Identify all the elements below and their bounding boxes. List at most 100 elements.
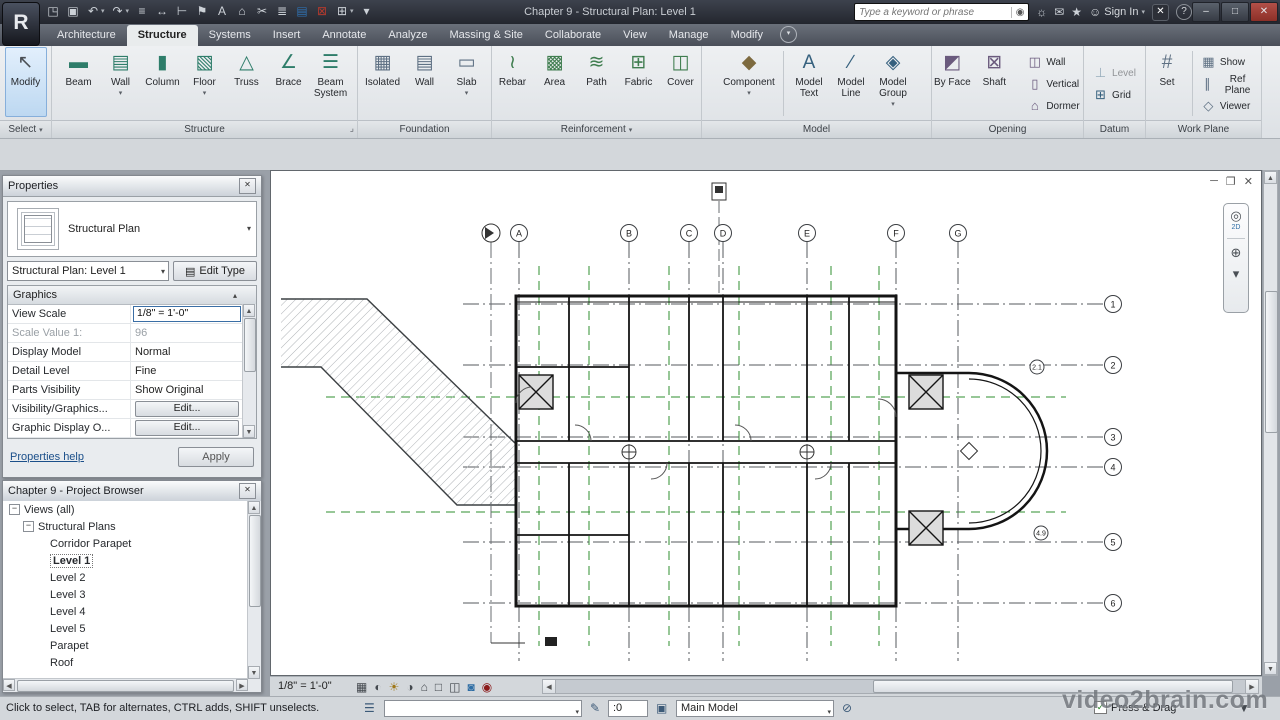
section-button[interactable]: ✂ [253,2,271,20]
measure-button[interactable]: ↔ [153,2,171,20]
truss-button[interactable]: △ Truss [226,47,268,117]
ribbon-display-toggle[interactable]: ▾ [779,26,797,43]
close-hidden-windows-button[interactable]: ⊠ [313,2,331,20]
floor-button[interactable]: ▧ Floor ▾ [184,47,226,117]
project-browser-header[interactable]: Chapter 9 - Project Browser ✕ [3,481,261,502]
nav-caret-icon[interactable]: ▾ [1233,267,1240,281]
scroll-left-icon[interactable]: ◀ [542,679,556,694]
model-text-button[interactable]: A Model Text [788,47,830,117]
type-selector[interactable]: Structural Plan ▾ [7,201,257,257]
apply-button[interactable]: Apply [178,447,254,467]
tree-item-structural-plans[interactable]: − Structural Plans [3,518,248,535]
text-button[interactable]: A [213,2,231,20]
detail-level-icon[interactable]: ▦ [356,678,367,696]
tree-item-corridor-parapet[interactable]: Corridor Parapet [3,535,248,552]
fabric-button[interactable]: ⊞ Fabric [618,47,660,117]
component-button[interactable]: ◆ Component ▾ [719,47,779,117]
redo-button[interactable]: ↷ ▾ [109,2,132,20]
scroll-down-icon[interactable]: ▼ [248,666,260,679]
property-value[interactable]: Normal [133,346,241,358]
panel-label-foundation[interactable]: Foundation [358,120,491,138]
subscription-center-icon[interactable]: ☼ [1036,5,1047,19]
grid-button[interactable]: ⊞ Grid [1089,84,1140,106]
restore-button[interactable]: □ [1221,2,1249,22]
cover-button[interactable]: ◫ Cover [660,47,702,117]
show-button[interactable]: ▦ Show [1197,51,1261,73]
design-options-icon[interactable]: ▣ [656,701,667,715]
panel-label-datum[interactable]: Datum [1084,120,1145,138]
drawing-area[interactable]: A B C D E F G 1 2 3 4 5 6 2.1 4.9 [271,171,1261,675]
aligned-dimension-button[interactable]: ⊢ [173,2,191,20]
sheet-button[interactable]: ▤ [293,2,311,20]
slab-button[interactable]: ▭ Slab ▾ [446,47,488,117]
default-3d-view-button[interactable]: ⌂ [233,2,251,20]
switch-windows-button[interactable]: ⊞ ▾ [333,2,356,20]
tab-collaborate[interactable]: Collaborate [534,25,612,46]
tab-modify[interactable]: Modify [720,25,774,46]
tree-item-level-2[interactable]: Level 2 [3,569,248,586]
tree-item-level-3[interactable]: Level 3 [3,586,248,603]
scroll-down-icon[interactable]: ▼ [1264,662,1277,675]
temporary-hide-isolate-icon[interactable]: ◙ [467,678,474,696]
tab-analyze[interactable]: Analyze [377,25,438,46]
set-button[interactable]: # Set [1146,47,1188,117]
scroll-up-icon[interactable]: ▲ [248,501,260,514]
panel-label-opening[interactable]: Opening [932,120,1083,138]
scroll-up-icon[interactable]: ▲ [1264,171,1277,184]
area-button[interactable]: ▩ Area [534,47,576,117]
tab-manage[interactable]: Manage [658,25,720,46]
tree-item-level-4[interactable]: Level 4 [3,603,248,620]
search-go-icon[interactable]: ◉ [1011,6,1028,18]
scroll-thumb[interactable] [244,318,256,372]
shaft-button[interactable]: ⊠ Shaft [973,47,1015,117]
sun-path-icon[interactable]: ☀ [389,678,400,696]
properties-header[interactable]: Properties ✕ [3,176,261,197]
tab-architecture[interactable]: Architecture [46,25,127,46]
scroll-thumb[interactable] [17,680,234,692]
tree-item-roof[interactable]: Roof [3,654,248,671]
by-face-button[interactable]: ◩ By Face [931,47,973,117]
edit-type-button[interactable]: ▤ Edit Type [173,261,257,281]
save-button[interactable]: ▣ [64,2,82,20]
application-menu-button[interactable]: R [2,2,40,46]
tab-structure[interactable]: Structure [126,25,198,46]
scroll-right-icon[interactable]: ▶ [236,679,248,691]
browser-vertical-scrollbar[interactable]: ▲ ▼ [247,501,261,679]
crop-view-icon[interactable]: □ [435,678,442,696]
tag-by-category-button[interactable]: ⚑ [193,2,211,20]
open-button[interactable]: ◳ [44,2,62,20]
design-option-select[interactable]: Main Model ▾ [676,700,834,717]
communication-center-icon[interactable]: ✉ [1054,5,1064,19]
modify-button[interactable]: ↖ Modify [4,47,47,117]
collapse-icon[interactable]: ▴ [233,291,237,300]
level-button[interactable]: ⊥ Level [1089,62,1140,84]
brace-button[interactable]: ∠ Brace [268,47,310,117]
tree-item-views-all[interactable]: − Views (all) [3,501,248,518]
steering-wheel-icon[interactable]: ◎ [1230,209,1241,223]
property-value[interactable]: Fine [133,365,241,377]
shadows-icon[interactable]: ◑ [406,678,413,696]
favorites-icon[interactable]: ★ [1071,5,1082,19]
sign-in-button[interactable]: ☺ Sign In ▾ [1089,5,1145,19]
tab-massing-site[interactable]: Massing & Site [439,25,534,46]
editable-only-icon[interactable]: ✎ [590,701,600,715]
panel-label-work-plane[interactable]: Work Plane [1146,120,1261,138]
beam-button[interactable]: ▬ Beam [58,47,100,117]
visibility-graphics-edit-button[interactable]: Edit... [135,401,239,417]
rebar-button[interactable]: ≀ Rebar [492,47,534,117]
search-input[interactable] [855,6,1012,18]
scroll-left-icon[interactable]: ◀ [3,679,15,691]
show-crop-region-icon[interactable]: ◫ [449,678,460,696]
help-icon[interactable]: ? [1176,4,1192,20]
panel-label-model[interactable]: Model [702,120,931,138]
tab-annotate[interactable]: Annotate [311,25,377,46]
tree-item-level-1[interactable]: Level 1 [3,552,248,569]
customize-quick-access-button[interactable]: ▾ [358,2,376,20]
model-line-button[interactable]: ∕ Model Line [830,47,872,117]
column-button[interactable]: ▮ Column [142,47,184,117]
scroll-down-icon[interactable]: ▼ [243,425,255,438]
browser-horizontal-scrollbar[interactable]: ◀ ▶ [3,678,248,692]
model-group-button[interactable]: ◈ Model Group ▾ [872,47,914,117]
dialog-launcher-icon[interactable]: ⌟ [350,120,354,137]
vertical-button[interactable]: ▯ Vertical [1023,73,1083,95]
